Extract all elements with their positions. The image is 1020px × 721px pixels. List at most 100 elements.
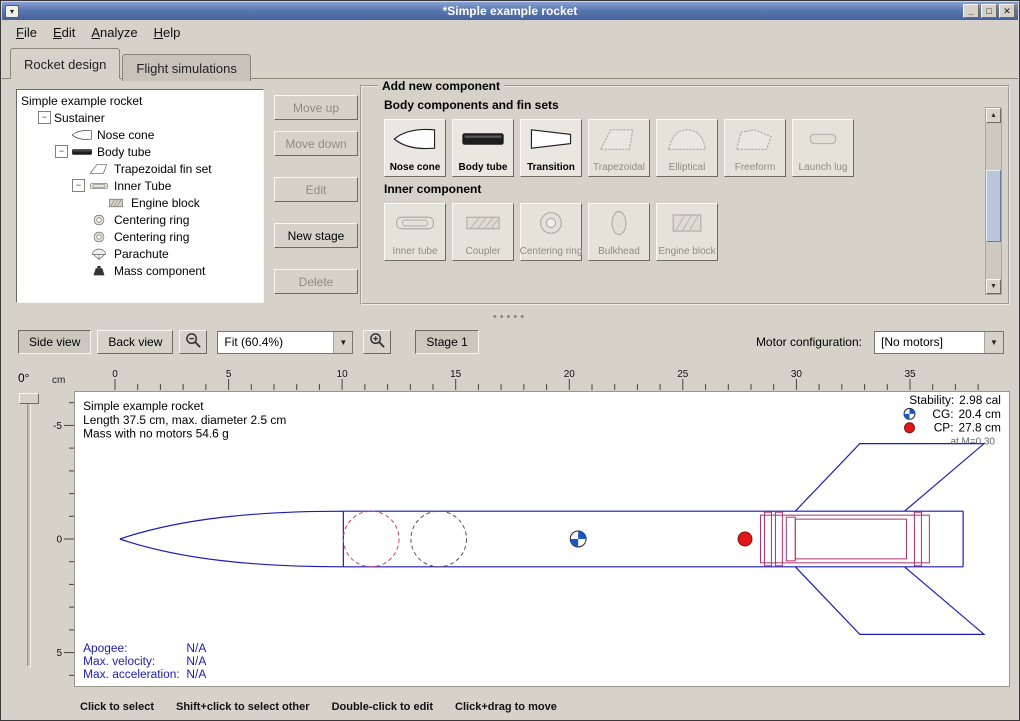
- zoom-in-button[interactable]: [363, 330, 391, 354]
- tree-handle-spacer: [89, 196, 102, 209]
- menu-analyze[interactable]: Analyze: [83, 22, 145, 43]
- menu-file[interactable]: File: [8, 22, 45, 43]
- centering-ring-icon: [88, 230, 110, 244]
- zoom-combo[interactable]: Fit (60.4%) ▼: [217, 331, 353, 354]
- close-button[interactable]: ✕: [999, 4, 1015, 18]
- zoom-value: Fit (60.4%): [218, 332, 333, 353]
- zoom-out-icon: [185, 332, 202, 352]
- svg-text:25: 25: [677, 369, 689, 380]
- launch-lug-icon: [800, 125, 846, 153]
- tree-item-label: Mass component: [114, 264, 205, 278]
- scrollbar-thumb[interactable]: [986, 170, 1001, 242]
- tree-item-inner-tube[interactable]: −Inner Tube: [17, 177, 263, 194]
- side-view-button[interactable]: Side view: [18, 330, 91, 354]
- inner-tube-component-button[interactable]: Inner tube: [384, 203, 446, 261]
- tree-item-mass-component[interactable]: Mass component: [17, 262, 263, 279]
- stage-1-button[interactable]: Stage 1: [415, 330, 478, 354]
- tree-item-centering-ring[interactable]: Centering ring: [17, 211, 263, 228]
- tree-item-label: Centering ring: [114, 230, 189, 244]
- svg-text:Apogee:: Apogee:: [83, 641, 127, 655]
- rotation-slider[interactable]: [27, 399, 31, 667]
- chevron-down-icon[interactable]: ▼: [333, 332, 352, 353]
- tab-flight-simulations[interactable]: Flight simulations: [122, 54, 250, 81]
- tree-handle-spacer: [72, 247, 85, 260]
- engine-block-icon: [664, 209, 710, 237]
- tree-item-parachute[interactable]: Parachute: [17, 245, 263, 262]
- titlebar[interactable]: ▾ *Simple example rocket _ □ ✕: [2, 2, 1018, 20]
- view-toolbar: Side view Back view Fit (60.4%) ▼ Stage …: [2, 325, 1018, 359]
- tree-item-engine-block[interactable]: Engine block: [17, 194, 263, 211]
- tab-rocket-design[interactable]: Rocket design: [10, 48, 120, 79]
- component-scrollbar[interactable]: ▲ ▼: [985, 107, 1002, 295]
- centering-ring-component-button[interactable]: Centering ring: [520, 203, 582, 261]
- tree-item-nose-cone[interactable]: Nose cone: [17, 126, 263, 143]
- body-tube-icon: [71, 145, 93, 159]
- coupler-component-button[interactable]: Coupler: [452, 203, 514, 261]
- component-button-label: Coupler: [465, 246, 500, 257]
- flight-info: Apogee:N/AMax. velocity:N/AMax. accelera…: [83, 641, 206, 681]
- zoom-in-icon: [369, 332, 386, 352]
- inner-tube-icon: [88, 179, 110, 193]
- menu-edit[interactable]: Edit: [45, 22, 83, 43]
- tree-item-simple-example-rocket[interactable]: Simple example rocket: [17, 92, 263, 109]
- move-up-button[interactable]: Move up: [274, 95, 358, 120]
- tree-expander-icon[interactable]: −: [55, 145, 68, 158]
- ruler-unit: cm: [52, 375, 65, 386]
- scroll-up-icon[interactable]: ▲: [986, 108, 1001, 123]
- tree-handle-spacer: [72, 230, 85, 243]
- coupler-icon: [460, 209, 506, 237]
- svg-text:15: 15: [450, 369, 462, 380]
- tree-item-label: Centering ring: [114, 213, 189, 227]
- zoom-out-button[interactable]: [179, 330, 207, 354]
- elliptical-component-button[interactable]: Elliptical: [656, 119, 718, 177]
- tree-expander-icon[interactable]: −: [72, 179, 85, 192]
- engine-block-component-button[interactable]: Engine block: [656, 203, 718, 261]
- design-tree[interactable]: Simple example rocket−SustainerNose cone…: [16, 89, 264, 303]
- vertical-ruler: -505: [46, 391, 74, 687]
- tree-expander-icon[interactable]: −: [38, 111, 51, 124]
- rotation-slider-handle[interactable]: [19, 393, 39, 404]
- back-view-button[interactable]: Back view: [97, 330, 173, 354]
- scroll-down-icon[interactable]: ▼: [986, 279, 1001, 294]
- svg-text:0: 0: [112, 369, 118, 380]
- tree-item-centering-ring[interactable]: Centering ring: [17, 228, 263, 245]
- chevron-down-icon[interactable]: ▼: [984, 332, 1003, 353]
- nose-cone-component-button[interactable]: Nose cone: [384, 119, 446, 177]
- move-down-button[interactable]: Move down: [274, 131, 358, 156]
- rocket-drawing[interactable]: [120, 444, 984, 635]
- body-tube-component-button[interactable]: Body tube: [452, 119, 514, 177]
- stability-info: Stability:2.98 cal CG:20.4 cm CP:27.8 cm…: [904, 393, 1001, 448]
- tree-item-trapezoidal-fin-set[interactable]: Trapezoidal fin set: [17, 160, 263, 177]
- svg-text:Max. velocity:: Max. velocity:: [83, 654, 155, 668]
- parachute-outline: [343, 511, 399, 567]
- menu-help[interactable]: Help: [146, 22, 189, 43]
- svg-text:30: 30: [791, 369, 803, 380]
- rocket-mass: Mass with no motors 54.6 g: [83, 427, 229, 441]
- trapezoidal-component-button[interactable]: Trapezoidal: [588, 119, 650, 177]
- svg-text:Max. acceleration:: Max. acceleration:: [83, 667, 180, 681]
- delete-button[interactable]: Delete: [274, 269, 358, 294]
- rocket-dimensions: Length 37.5 cm, max. diameter 2.5 cm: [83, 413, 286, 427]
- edit-button[interactable]: Edit: [274, 177, 358, 202]
- component-button-label: Nose cone: [390, 162, 441, 173]
- motor-config-combo[interactable]: [No motors] ▼: [874, 331, 1004, 354]
- splitter-handle-icon[interactable]: •••••: [1, 311, 1019, 323]
- tree-item-sustainer[interactable]: −Sustainer: [17, 109, 263, 126]
- new-stage-button[interactable]: New stage: [274, 223, 358, 248]
- inner-tube-icon: [392, 209, 438, 237]
- window-menu-icon[interactable]: ▾: [5, 5, 19, 18]
- svg-text:N/A: N/A: [186, 654, 206, 668]
- freeform-component-button[interactable]: Freeform: [724, 119, 786, 177]
- transition-component-button[interactable]: Transition: [520, 119, 582, 177]
- minimize-button[interactable]: _: [963, 4, 979, 18]
- rocket-canvas[interactable]: Simple example rocket Length 37.5 cm, ma…: [74, 391, 1010, 687]
- bulkhead-component-button[interactable]: Bulkhead: [588, 203, 650, 261]
- launch-lug-component-button[interactable]: Launch lug: [792, 119, 854, 177]
- tree-item-body-tube[interactable]: −Body tube: [17, 143, 263, 160]
- engine-block-icon: [105, 196, 127, 210]
- cg-marker: [570, 531, 586, 547]
- component-button-label: Inner tube: [392, 246, 437, 257]
- maximize-button[interactable]: □: [981, 4, 997, 18]
- motor-config-label: Motor configuration:: [756, 335, 868, 349]
- tree-item-label: Trapezoidal fin set: [114, 162, 212, 176]
